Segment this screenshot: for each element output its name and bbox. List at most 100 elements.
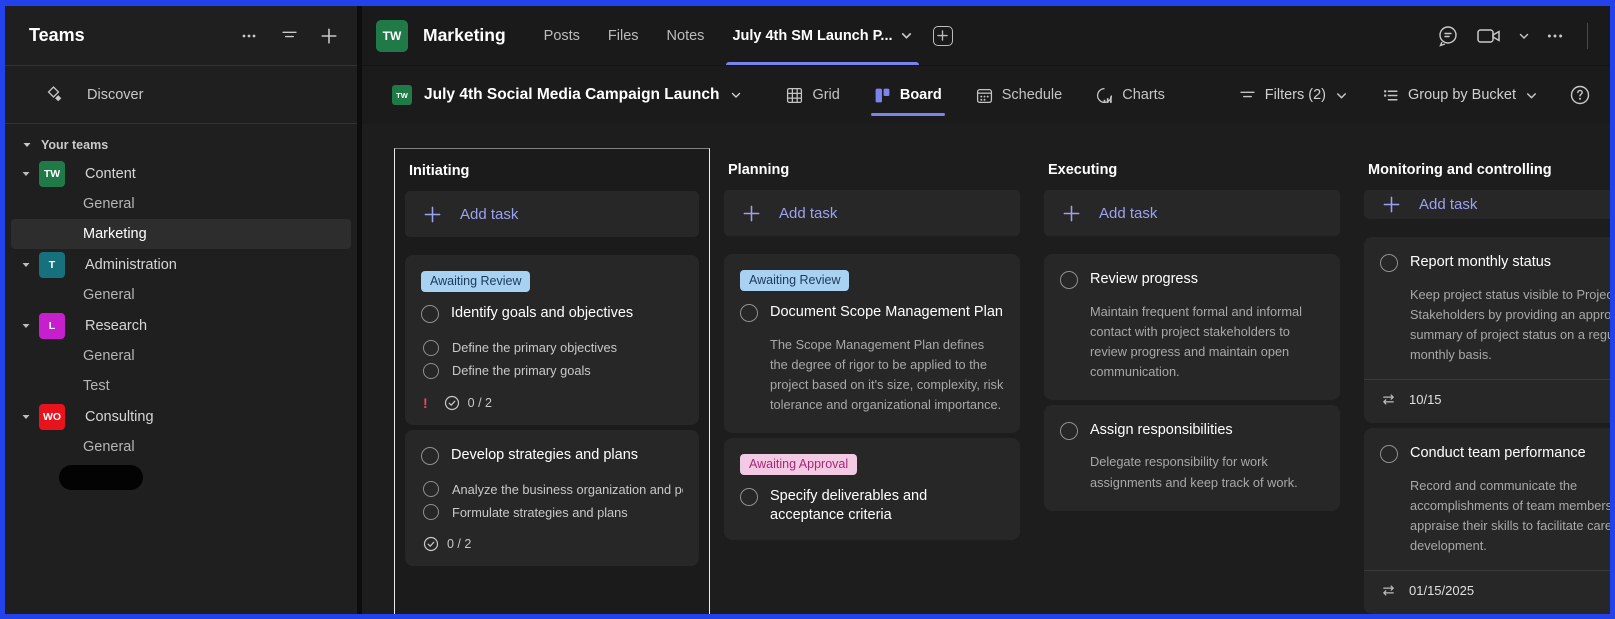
- sidebar-channel-marketing[interactable]: Marketing: [11, 219, 351, 249]
- checklist: Analyze the business organization and pe…: [423, 481, 683, 521]
- your-teams-label: Your teams: [41, 138, 109, 152]
- bucket-title: Monitoring and controlling: [1368, 162, 1552, 178]
- checklist-radio[interactable]: [423, 339, 439, 356]
- add-task-button[interactable]: Add task: [724, 190, 1020, 236]
- sidebar-team-administration[interactable]: T Administration: [5, 249, 357, 280]
- checklist-radio[interactable]: [423, 481, 439, 498]
- add-icon[interactable]: [319, 26, 339, 46]
- teams-sidebar: Teams Discover Your teams TW Content Gen…: [5, 6, 357, 614]
- checklist-count-value: 0 / 2: [467, 395, 492, 410]
- add-tab-button[interactable]: [932, 25, 953, 46]
- status-label: Awaiting Approval: [740, 453, 858, 475]
- task-title: Conduct team performance: [1410, 445, 1586, 462]
- view-tab-grid[interactable]: Grid: [769, 66, 856, 124]
- card-list: Report monthly status Keep project status…: [1364, 237, 1610, 614]
- chevron-down-icon[interactable]: [729, 85, 743, 105]
- tab-notes[interactable]: Notes: [657, 6, 715, 65]
- checklist-radio[interactable]: [423, 362, 439, 379]
- sidebar-item-discover[interactable]: Discover: [5, 66, 357, 124]
- channel-name: Test: [83, 378, 110, 394]
- checklist-check-icon: [444, 395, 460, 411]
- label-row: Awaiting Review: [421, 271, 683, 292]
- chat-icon[interactable]: [1435, 23, 1461, 49]
- sidebar-team-content[interactable]: TW Content: [5, 158, 357, 189]
- important-priority-icon: !: [423, 394, 428, 411]
- task-card[interactable]: Develop strategies and plans Analyze the …: [405, 429, 699, 567]
- complete-radio[interactable]: [1380, 445, 1398, 464]
- group-by-button[interactable]: Group by Bucket: [1370, 87, 1550, 104]
- camera-icon[interactable]: [1475, 23, 1503, 49]
- filter-icon[interactable]: [279, 26, 299, 46]
- sidebar-channel-general[interactable]: General: [11, 280, 351, 310]
- card-list: Awaiting Review Document Scope Management…: [724, 254, 1020, 540]
- bucket-monitoring-and-controlling: Monitoring and controlling Add task Report…: [1354, 148, 1610, 614]
- team-name: Content: [85, 165, 136, 182]
- complete-radio[interactable]: [421, 305, 439, 323]
- task-title: Develop strategies and plans: [451, 446, 639, 463]
- your-teams-toggle[interactable]: Your teams: [5, 124, 357, 158]
- checklist-item[interactable]: Define the primary goals: [423, 362, 683, 379]
- checklist-item[interactable]: Define the primary objectives: [423, 339, 683, 356]
- help-icon[interactable]: [1568, 83, 1592, 107]
- complete-radio[interactable]: [1380, 254, 1398, 273]
- sidebar-channel-general[interactable]: General: [11, 341, 351, 371]
- team-avatar: T: [39, 251, 65, 278]
- plus-icon: [742, 204, 761, 223]
- complete-radio[interactable]: [1060, 271, 1078, 289]
- team-avatar: L: [39, 312, 65, 339]
- tab-files[interactable]: Files: [598, 6, 649, 65]
- task-card[interactable]: Review progress Maintain frequent formal …: [1044, 254, 1340, 400]
- app-window: Teams Discover Your teams TW Content Gen…: [0, 0, 1615, 619]
- chevron-down-icon[interactable]: [1517, 26, 1531, 46]
- chevron-down-icon: [5, 260, 35, 270]
- checklist-count-value: 0 / 2: [447, 537, 472, 552]
- view-tabs: Grid Board Schedule Charts: [769, 66, 1182, 124]
- task-card[interactable]: Awaiting Review Identify goals and object…: [405, 255, 699, 425]
- add-task-button[interactable]: Add task: [1364, 190, 1610, 220]
- filters-button[interactable]: Filters (2): [1227, 87, 1360, 104]
- plus-icon: [1062, 204, 1081, 223]
- task-title: Specify deliverables and acceptance crit…: [770, 487, 928, 524]
- task-card[interactable]: Assign responsibilities Delegate responsi…: [1044, 404, 1340, 511]
- tab-posts[interactable]: Posts: [534, 6, 590, 65]
- sidebar-channel-general[interactable]: General: [11, 189, 351, 219]
- task-card[interactable]: Awaiting Approval Specify deliverables an…: [724, 437, 1020, 540]
- tab-label: Posts: [543, 27, 580, 44]
- calendar-icon: [976, 87, 993, 104]
- view-tab-schedule[interactable]: Schedule: [959, 66, 1079, 124]
- recurrence-date: 01/15/2025: [1409, 583, 1475, 598]
- task-card[interactable]: Conduct team performance Record and commu…: [1364, 428, 1610, 614]
- tab-label: Notes: [666, 27, 705, 44]
- complete-radio[interactable]: [740, 487, 758, 506]
- task-card[interactable]: Report monthly status Keep project status…: [1364, 237, 1610, 424]
- sidebar-team-consulting[interactable]: WO Consulting: [5, 401, 357, 432]
- checklist-item[interactable]: Formulate strategies and plans: [423, 504, 683, 521]
- filter-icon: [1239, 87, 1256, 104]
- complete-radio[interactable]: [1060, 421, 1078, 440]
- sidebar-channel-general[interactable]: General: [11, 432, 351, 462]
- more-icon[interactable]: [239, 26, 259, 46]
- task-title-row: Develop strategies and plans: [421, 446, 683, 466]
- checklist-label: Analyze the business organization and pe…: [452, 481, 683, 497]
- more-icon[interactable]: [1545, 26, 1565, 46]
- view-tab-charts[interactable]: Charts: [1079, 66, 1182, 124]
- checklist-item[interactable]: Analyze the business organization and pe…: [423, 481, 683, 498]
- task-card[interactable]: Awaiting Review Document Scope Management…: [724, 254, 1020, 433]
- checklist-count: 0 / 2: [423, 536, 471, 552]
- chevron-down-icon: [1525, 89, 1538, 102]
- sidebar-channel-test[interactable]: Test: [11, 371, 351, 401]
- task-title: Document Scope Management Plan: [770, 304, 1003, 320]
- view-tab-board[interactable]: Board: [857, 66, 959, 124]
- checklist-radio[interactable]: [423, 504, 439, 521]
- add-task-button[interactable]: Add task: [1044, 190, 1340, 236]
- team-name: Administration: [85, 256, 177, 273]
- complete-radio[interactable]: [421, 446, 439, 465]
- sidebar-header: Teams: [5, 6, 357, 66]
- tab-july-4th-sm-launch-p-[interactable]: July 4th SM Launch P...: [722, 6, 922, 65]
- add-task-label: Add task: [460, 205, 519, 223]
- add-task-button[interactable]: Add task: [405, 191, 699, 237]
- redacted-channel[interactable]: [59, 465, 143, 490]
- sidebar-team-research[interactable]: L Research: [5, 310, 357, 341]
- complete-radio[interactable]: [740, 304, 758, 322]
- task-title-row: Review progress: [1060, 270, 1324, 290]
